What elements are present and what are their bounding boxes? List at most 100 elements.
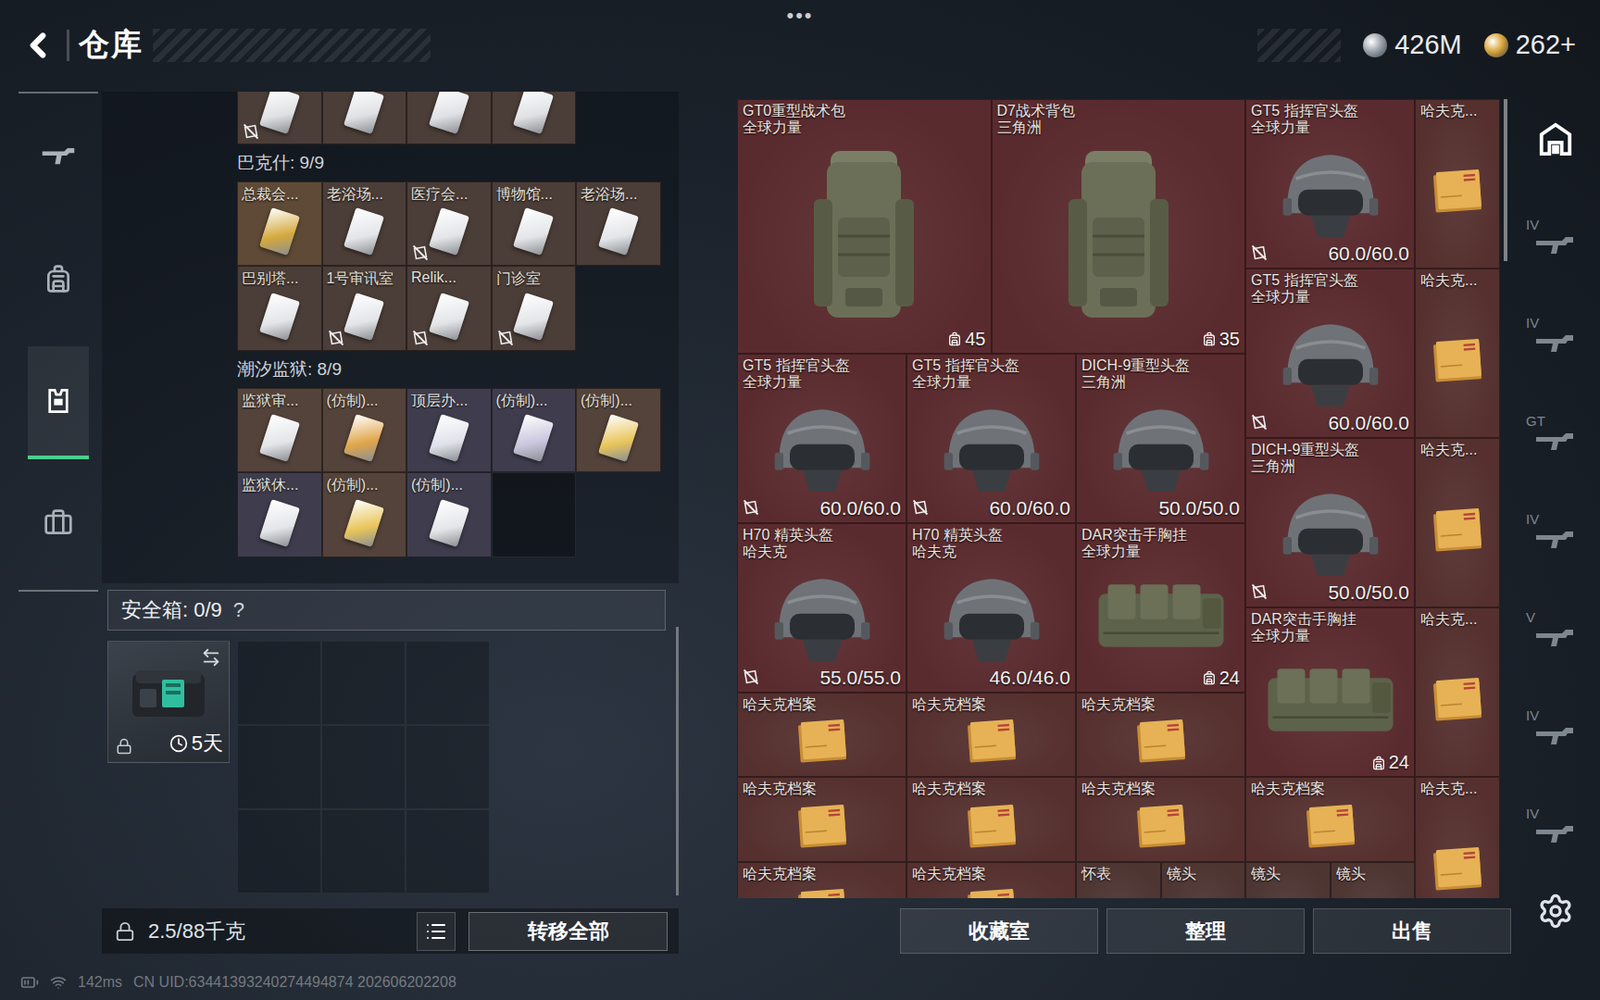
document-folder-icon bbox=[1428, 674, 1487, 726]
menu-button[interactable]: ••• bbox=[786, 0, 813, 28]
key-card-slot[interactable]: 监狱休... bbox=[237, 472, 323, 558]
list-button[interactable] bbox=[416, 912, 456, 951]
key-card-slot[interactable] bbox=[237, 91, 323, 145]
nav-item[interactable] bbox=[27, 101, 89, 215]
item-cell[interactable]: 镜头 bbox=[1161, 862, 1247, 900]
item-cell[interactable]: 哈夫克档案 bbox=[1245, 776, 1415, 863]
item-cell[interactable]: DAR突击手胸挂全球力量24 bbox=[1245, 607, 1415, 777]
key-card-slot[interactable]: 医疗会... bbox=[406, 181, 492, 267]
key-card-slot[interactable]: 老浴场... bbox=[575, 181, 662, 267]
key-card-slot[interactable]: (仿制)... bbox=[406, 472, 492, 558]
item-cell[interactable]: 哈夫克档案 bbox=[1075, 692, 1246, 778]
action-button[interactable]: 出售 bbox=[1312, 908, 1512, 954]
item-cell[interactable]: DICH-9重型头盔三角洲50.0/50.0 bbox=[1245, 437, 1415, 608]
transfer-all-button[interactable]: 转移全部 bbox=[468, 912, 668, 951]
secure-container[interactable]: 5天 bbox=[107, 640, 230, 763]
item-cell[interactable]: 哈夫克... bbox=[1414, 607, 1500, 777]
empty-cell[interactable] bbox=[321, 809, 406, 894]
key-card-slot[interactable] bbox=[491, 91, 577, 145]
document-folder-icon bbox=[1428, 504, 1487, 557]
helmet-icon bbox=[1275, 146, 1387, 244]
key-card-slot[interactable]: (仿制)... bbox=[322, 472, 408, 558]
item-cell[interactable]: 镜头 bbox=[1330, 862, 1416, 900]
side-tab[interactable]: IV bbox=[1511, 286, 1600, 385]
item-cell[interactable]: 哈夫克档案 bbox=[906, 862, 1076, 900]
empty-cell[interactable] bbox=[405, 725, 490, 810]
item-footer: 35 bbox=[997, 328, 1241, 350]
back-button[interactable] bbox=[18, 25, 58, 65]
empty-cell[interactable] bbox=[321, 640, 406, 725]
key-card-slot[interactable]: 1号审讯室 bbox=[322, 265, 408, 351]
help-button[interactable]: ? bbox=[233, 598, 245, 623]
key-card-slot[interactable]: 总裁会... bbox=[237, 181, 323, 267]
side-tab[interactable]: IV bbox=[1511, 678, 1600, 777]
key-card-label: 医疗会... bbox=[407, 182, 491, 208]
item-cell[interactable]: 哈夫克... bbox=[1414, 268, 1500, 438]
empty-slot[interactable] bbox=[491, 472, 577, 558]
currency: 426M bbox=[1362, 29, 1463, 61]
item-cell[interactable]: DAR突击手胸挂全球力量24 bbox=[1075, 523, 1246, 693]
currency-banner bbox=[1257, 28, 1341, 63]
key-card-slot[interactable]: 巴别塔... bbox=[237, 265, 323, 351]
item-cell[interactable]: 哈夫克档案 bbox=[1075, 776, 1246, 863]
item-origin: 全球力量 bbox=[1250, 627, 1410, 645]
item-cell[interactable]: 哈夫克... bbox=[1414, 99, 1500, 269]
no-trade-icon bbox=[242, 123, 260, 140]
empty-cell[interactable] bbox=[405, 809, 490, 894]
weapon-icon bbox=[1534, 429, 1577, 454]
item-cell[interactable]: 哈夫克档案 bbox=[906, 776, 1076, 863]
key-card-slot[interactable]: (仿制)... bbox=[575, 387, 662, 474]
item-cell[interactable]: GT5 指挥官头盔全球力量60.0/60.0 bbox=[1245, 268, 1415, 438]
side-tab[interactable]: IV bbox=[1511, 187, 1600, 287]
item-cell[interactable]: 怀表 bbox=[1075, 862, 1162, 900]
item-durability: 50.0/50.0 bbox=[1327, 581, 1410, 604]
key-card-slot[interactable]: Relik... bbox=[406, 265, 492, 351]
item-name: 哈夫克... bbox=[1414, 437, 1500, 463]
key-card-slot[interactable]: 监狱审... bbox=[237, 387, 323, 474]
nav-item[interactable] bbox=[27, 224, 89, 338]
key-card-slot[interactable]: 老浴场... bbox=[322, 181, 408, 267]
scrollbar[interactable] bbox=[675, 626, 679, 896]
item-cell[interactable]: 哈夫克档案 bbox=[906, 692, 1076, 778]
nav-item[interactable] bbox=[27, 468, 89, 582]
empty-cell[interactable] bbox=[237, 809, 322, 894]
key-card-slot[interactable] bbox=[406, 91, 492, 145]
side-tab[interactable] bbox=[1511, 89, 1600, 188]
item-cell[interactable]: GT5 指挥官头盔全球力量60.0/60.0 bbox=[906, 353, 1076, 524]
item-cell[interactable]: 哈夫克... bbox=[1414, 437, 1500, 608]
item-cell[interactable]: D7战术背包三角洲35 bbox=[991, 99, 1247, 354]
secure-container-bar: 安全箱: 0/9? bbox=[107, 589, 666, 631]
key-card-slot[interactable]: 博物馆... bbox=[491, 181, 577, 267]
item-cell[interactable]: 哈夫克档案 bbox=[737, 862, 907, 900]
swap-button[interactable] bbox=[200, 647, 222, 668]
item-cell[interactable]: H70 精英头盔哈夫克46.0/46.0 bbox=[906, 523, 1076, 693]
key-card-slot[interactable] bbox=[322, 91, 408, 145]
backpack-icon bbox=[43, 263, 74, 294]
item-cell[interactable]: DICH-9重型头盔三角洲50.0/50.0 bbox=[1075, 353, 1246, 524]
item-cell[interactable]: GT0重型战术包全球力量45 bbox=[737, 99, 992, 354]
empty-cell[interactable] bbox=[237, 640, 322, 725]
item-cell[interactable]: 哈夫克档案 bbox=[737, 692, 907, 778]
item-cell[interactable]: 镜头 bbox=[1245, 862, 1331, 900]
action-button[interactable]: 收藏室 bbox=[900, 908, 1099, 954]
item-cell[interactable]: GT5 指挥官头盔全球力量60.0/60.0 bbox=[1245, 99, 1415, 269]
side-tab[interactable]: IV bbox=[1511, 776, 1600, 875]
key-card-slot[interactable]: 顶层办... bbox=[406, 387, 492, 474]
key-card-slot[interactable]: (仿制)... bbox=[322, 387, 408, 474]
empty-cell[interactable] bbox=[237, 725, 322, 810]
key-card-slot[interactable]: (仿制)... bbox=[491, 387, 577, 474]
item-cell[interactable]: 哈夫克档案 bbox=[737, 776, 907, 863]
nav-item[interactable] bbox=[27, 346, 89, 460]
item-cell[interactable]: GT5 指挥官头盔全球力量60.0/60.0 bbox=[737, 353, 907, 524]
scrollbar[interactable] bbox=[1503, 99, 1508, 262]
item-cell[interactable]: H70 精英头盔哈夫克55.0/55.0 bbox=[737, 523, 907, 693]
side-tab[interactable]: V bbox=[1511, 580, 1600, 679]
action-button[interactable]: 整理 bbox=[1106, 908, 1305, 954]
item-cell[interactable]: 哈夫克... bbox=[1414, 776, 1500, 899]
settings-button[interactable] bbox=[1537, 892, 1575, 930]
empty-cell[interactable] bbox=[405, 640, 490, 725]
side-tab[interactable]: IV bbox=[1511, 482, 1600, 581]
empty-cell[interactable] bbox=[321, 725, 406, 810]
key-card-slot[interactable]: 门诊室 bbox=[491, 265, 577, 351]
side-tab[interactable]: GT bbox=[1511, 384, 1600, 483]
